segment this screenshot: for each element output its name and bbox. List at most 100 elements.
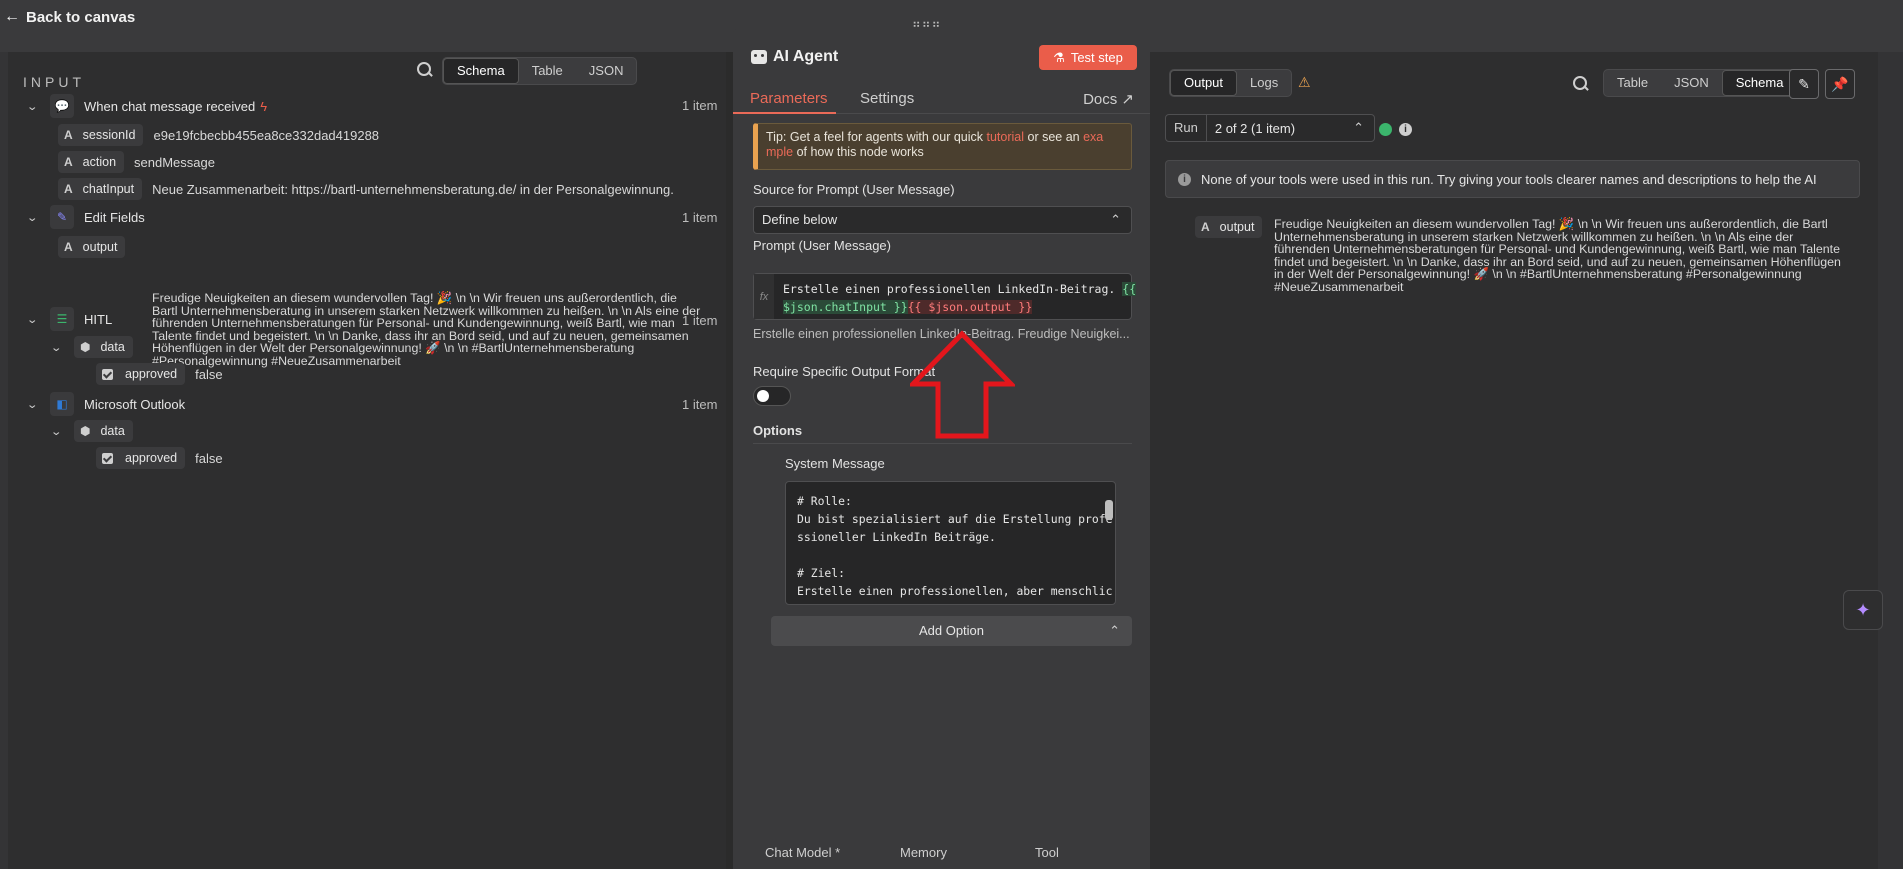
tool-connector[interactable]: Tool xyxy=(1035,845,1059,860)
example-link[interactable]: mple xyxy=(766,145,793,159)
node-when-chat-message[interactable]: ⌄ 💬 When chat message received ϟ xyxy=(28,94,267,118)
expression-chat-input: $json.chatInput }} xyxy=(783,300,908,314)
string-type-icon: A xyxy=(64,182,73,196)
field-pill[interactable]: AsessionId xyxy=(58,124,143,146)
tip-text: Tip: Get a feel for agents with our quic… xyxy=(766,130,986,144)
back-to-canvas-button[interactable]: ← Back to canvas xyxy=(4,8,135,26)
tab-output[interactable]: Output xyxy=(1170,70,1237,96)
node-microsoft-outlook[interactable]: ⌄ ◧ Microsoft Outlook xyxy=(28,392,185,416)
test-step-button[interactable]: ⚗ Test step xyxy=(1039,45,1137,70)
edit-output-button[interactable]: ✎ xyxy=(1789,69,1819,99)
field-pill[interactable]: ⬢data xyxy=(74,420,133,442)
string-type-icon: A xyxy=(64,240,73,254)
field-output: Aoutput xyxy=(58,236,135,258)
node-edit-fields[interactable]: ⌄ ✎ Edit Fields xyxy=(28,205,145,229)
field-pill[interactable]: Aaction xyxy=(58,151,124,173)
object-type-icon: ⬢ xyxy=(80,424,90,438)
node-hitl[interactable]: ⌄ ☰ HITL xyxy=(28,307,112,331)
prompt-editor[interactable]: fx Erstelle einen professionellen Linked… xyxy=(753,273,1132,320)
search-icon[interactable] xyxy=(417,62,433,78)
external-link-icon: ↗ xyxy=(1121,91,1134,108)
field-session-id: AsessionId e9e19fcbecbb455ea8ce332dad419… xyxy=(58,124,379,146)
require-format-label: Require Specific Output Format xyxy=(753,364,935,379)
tutorial-link[interactable]: tutorial xyxy=(986,130,1024,144)
source-select[interactable]: Define below ⌃ xyxy=(753,206,1132,234)
field-key: approved xyxy=(125,451,177,465)
tab-logs[interactable]: Logs xyxy=(1237,70,1291,96)
canvas-edge-left xyxy=(0,52,8,869)
docs-label: Docs xyxy=(1083,91,1117,108)
chevron-up-icon: ⌃ xyxy=(1110,207,1121,233)
scrollbar[interactable] xyxy=(1105,486,1113,596)
tools-notice: i None of your tools were used in this r… xyxy=(1165,160,1860,198)
flask-icon: ⚗ xyxy=(1053,50,1065,66)
output-value-text: Freudige Neuigkeiten an diesem wundervol… xyxy=(1274,218,1841,294)
tab-schema[interactable]: Schema xyxy=(443,58,519,84)
system-message-label: System Message xyxy=(785,456,885,471)
field-pill[interactable]: approved xyxy=(96,447,185,469)
tab-settings[interactable]: Settings xyxy=(860,90,914,107)
pin-data-button[interactable]: 📌 xyxy=(1825,69,1855,99)
field-pill[interactable]: approved xyxy=(96,363,185,385)
run-selector[interactable]: Run 2 of 2 (1 item) ⌃ xyxy=(1165,114,1375,142)
add-option-button[interactable]: Add Option ⌃ xyxy=(771,616,1132,646)
tab-schema[interactable]: Schema xyxy=(1722,70,1798,96)
tab-json[interactable]: JSON xyxy=(576,58,637,84)
system-message-text: # Rolle: Du bist spezialisiert auf die E… xyxy=(797,492,1112,600)
parameter-tabs: Parameters Settings Docs ↗ xyxy=(733,84,1150,114)
run-label: Run xyxy=(1166,115,1207,141)
chevron-up-icon: ⌃ xyxy=(1353,120,1364,136)
pencil-icon: ✎ xyxy=(1798,76,1810,93)
example-link[interactable]: exa xyxy=(1083,130,1103,144)
chat-model-connector[interactable]: Chat Model * xyxy=(765,845,840,860)
item-count: 1 item xyxy=(682,210,717,225)
field-pill[interactable]: ⬢data xyxy=(74,336,133,358)
field-pill[interactable]: AchatInput xyxy=(58,178,142,200)
chevron-down-icon: ⌄ xyxy=(50,341,66,354)
hitl-node-icon: ☰ xyxy=(50,307,74,331)
node-name: Microsoft Outlook xyxy=(84,397,185,412)
canvas-edge-right xyxy=(1878,52,1903,869)
field-key: sessionId xyxy=(83,128,136,142)
field-key: chatInput xyxy=(83,182,134,196)
output-view-tabs: Table JSON Schema xyxy=(1603,69,1798,97)
boolean-type-icon xyxy=(102,453,113,464)
field-pill[interactable]: Aoutput xyxy=(58,236,125,258)
text-line: Freudige Neuigkeiten an diesem wundervol… xyxy=(1274,218,1841,231)
info-icon: i xyxy=(1178,173,1191,186)
scrollbar-thumb[interactable] xyxy=(1105,500,1113,520)
select-value: Define below xyxy=(762,212,837,227)
text-line: Freudige Neuigkeiten an diesem wundervol… xyxy=(152,292,700,305)
chat-bubble-icon: 💬 xyxy=(50,94,74,118)
divider xyxy=(753,443,1132,444)
system-message-editor[interactable]: # Rolle: Du bist spezialisiert auf die E… xyxy=(785,481,1116,605)
text-line: #Personalgewinnung #NeueZusammenarbeit xyxy=(152,355,700,368)
memory-connector[interactable]: Memory xyxy=(900,845,947,860)
require-format-toggle[interactable] xyxy=(753,386,791,406)
field-value: Neue Zusammenarbeit: https://bartl-unter… xyxy=(152,182,674,197)
tab-table[interactable]: Table xyxy=(1604,70,1661,96)
text-line: #NeueZusammenarbeit xyxy=(1274,281,1841,294)
robot-icon xyxy=(751,50,767,64)
info-icon[interactable]: i xyxy=(1399,123,1412,136)
node-name: HITL xyxy=(84,312,112,327)
ai-assistant-sparkle-icon[interactable]: ✦ xyxy=(1843,590,1883,630)
search-icon[interactable] xyxy=(1573,76,1589,92)
tab-json[interactable]: JSON xyxy=(1661,70,1722,96)
back-label: Back to canvas xyxy=(26,9,135,26)
chevron-down-icon: ⌄ xyxy=(26,211,42,224)
docs-link[interactable]: Docs ↗ xyxy=(1083,90,1134,108)
field-key: approved xyxy=(125,367,177,381)
text-line: führenden Unternehmensberatungen für Per… xyxy=(152,317,700,330)
field-pill[interactable]: Aoutput xyxy=(1195,216,1262,238)
trigger-bolt-icon: ϟ xyxy=(260,99,267,114)
chevron-down-icon: ⌄ xyxy=(50,425,66,438)
tab-parameters[interactable]: Parameters xyxy=(750,90,828,107)
tip-text: of how this node works xyxy=(793,145,924,159)
ai-agent-panel: AI Agent ⚗ Test step Parameters Settings… xyxy=(733,28,1150,869)
node-name: Edit Fields xyxy=(84,210,145,225)
input-title: INPUT xyxy=(23,74,85,90)
run-value: 2 of 2 (1 item) xyxy=(1207,121,1303,136)
tab-table[interactable]: Table xyxy=(519,58,576,84)
item-count: 1 item xyxy=(682,98,717,113)
